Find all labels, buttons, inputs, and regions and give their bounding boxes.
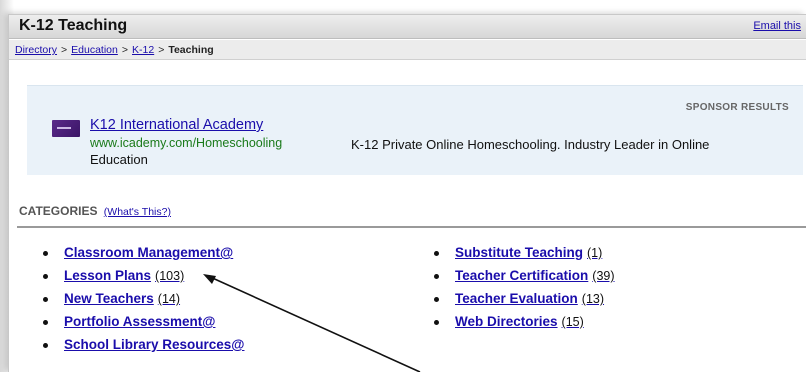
sponsor-results-box: SPONSOR RESULTS K12 International Academ… [27, 85, 803, 175]
breadcrumb-separator: > [61, 44, 68, 56]
category-link-web-directories[interactable]: Web Directories (15) [455, 314, 584, 329]
category-label[interactable]: School Library Resources@ [64, 337, 244, 352]
category-link-new-teachers[interactable]: New Teachers (14) [64, 291, 180, 306]
category-link-portfolio-assessment[interactable]: Portfolio Assessment@ [64, 314, 219, 329]
bullet-icon [43, 297, 48, 302]
category-link-teacher-certification[interactable]: Teacher Certification (39) [455, 268, 615, 283]
breadcrumb-directory[interactable]: Directory [15, 44, 57, 56]
sponsor-title-link[interactable]: K12 International Academy [90, 117, 263, 133]
breadcrumb: Directory > Education > K-12 > Teaching [9, 40, 806, 60]
category-count: (13) [581, 292, 605, 306]
categories-divider [17, 226, 806, 228]
breadcrumb-separator: > [121, 44, 128, 56]
category-count: (15) [561, 315, 584, 329]
category-count: (1) [587, 246, 603, 260]
category-link-teacher-evaluation[interactable]: Teacher Evaluation (13) [455, 291, 604, 306]
category-link-classroom-management[interactable]: Classroom Management@ [64, 245, 237, 260]
bullet-icon [434, 251, 439, 256]
bullet-icon [43, 343, 48, 348]
sponsor-logo-icon[interactable] [52, 120, 80, 137]
categories-heading: CATEGORIES (What's This?) [19, 204, 171, 218]
breadcrumb-separator: > [158, 44, 165, 56]
bullet-icon [43, 251, 48, 256]
category-label[interactable]: Substitute Teaching [455, 245, 583, 260]
category-label[interactable]: Lesson Plans [64, 268, 151, 283]
directory-panel: K-12 Teaching Email this Directory > Educa… [8, 14, 806, 372]
breadcrumb-k12[interactable]: K-12 [132, 44, 154, 56]
breadcrumb-education[interactable]: Education [71, 44, 118, 56]
category-link-school-library-resources[interactable]: School Library Resources@ [64, 337, 248, 352]
category-label[interactable]: Web Directories [455, 314, 558, 329]
category-label[interactable]: Portfolio Assessment@ [64, 314, 215, 329]
email-this-link[interactable]: Email this [753, 20, 801, 32]
bullet-icon [43, 274, 48, 279]
whats-this-link[interactable]: (What's This?) [104, 206, 171, 218]
breadcrumb-current: Teaching [168, 44, 214, 56]
bullet-icon [434, 274, 439, 279]
page-title: K-12 Teaching [19, 17, 128, 34]
categories-title: CATEGORIES [19, 204, 98, 218]
category-count: (14) [157, 292, 181, 306]
bullet-icon [434, 297, 439, 302]
category-link-lesson-plans[interactable]: Lesson Plans (103) [64, 268, 184, 283]
category-label[interactable]: Classroom Management@ [64, 245, 233, 260]
sponsor-url[interactable]: www.icademy.com/Homeschooling [90, 136, 282, 150]
category-count: (39) [592, 269, 615, 283]
sponsor-description-continued: Education [90, 152, 148, 167]
sponsor-description: K-12 Private Online Homeschooling. Indus… [351, 137, 710, 152]
sponsor-results-label: SPONSOR RESULTS [685, 102, 789, 113]
category-count: (103) [155, 269, 185, 283]
title-bar: K-12 Teaching Email this [9, 15, 806, 39]
category-label[interactable]: Teacher Certification [455, 268, 588, 283]
screenshot-frame: K-12 Teaching Email this Directory > Educa… [0, 0, 806, 372]
category-label[interactable]: New Teachers [64, 291, 154, 306]
bullet-icon [43, 320, 48, 325]
bullet-icon [434, 320, 439, 325]
category-link-substitute-teaching[interactable]: Substitute Teaching (1) [455, 245, 602, 260]
category-label[interactable]: Teacher Evaluation [455, 291, 578, 306]
